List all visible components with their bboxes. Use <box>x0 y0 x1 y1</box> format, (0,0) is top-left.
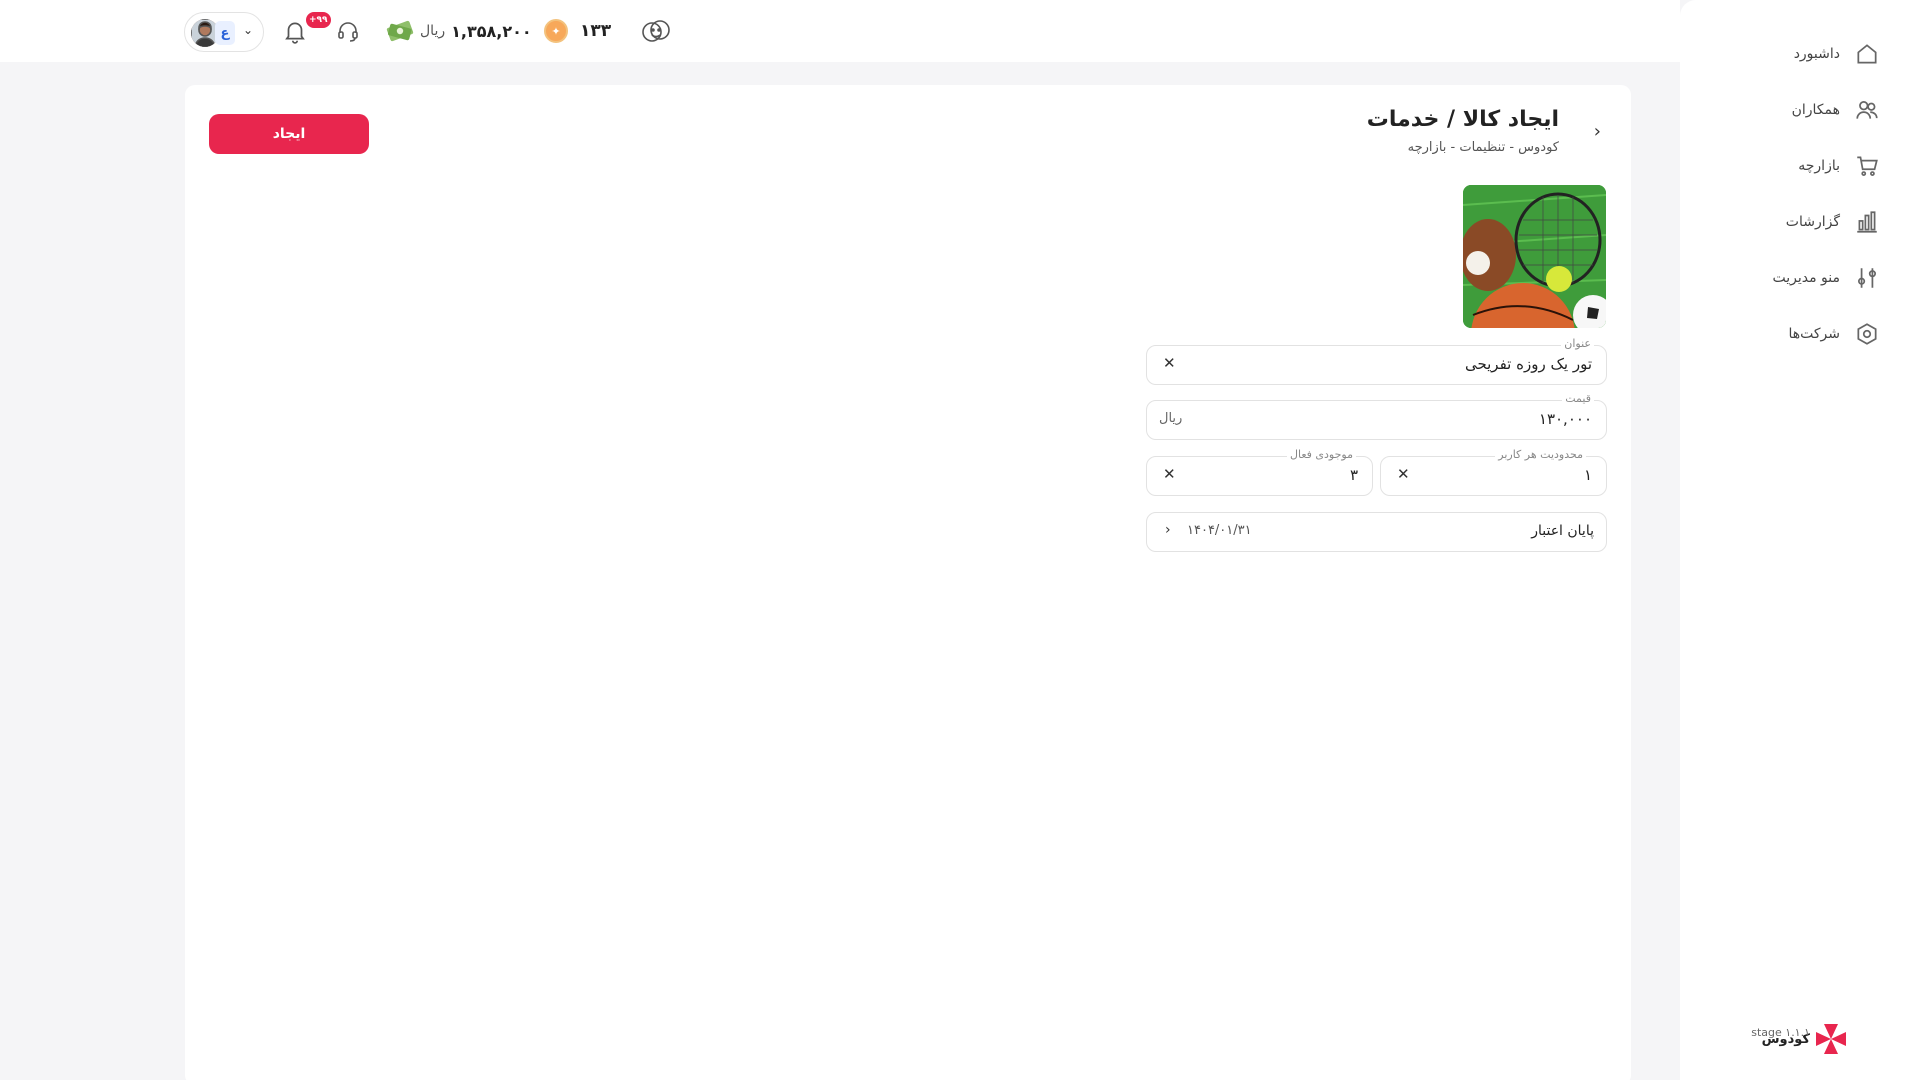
chevron-right-icon: › <box>1165 522 1171 538</box>
notifications-button[interactable] <box>282 0 308 62</box>
user-limit-value: ۱ <box>1583 466 1592 484</box>
sidebar-item-label: داشبورد <box>1793 46 1840 62</box>
support-button[interactable] <box>336 0 360 62</box>
create-button[interactable]: ایجاد <box>209 114 369 154</box>
sidebar-item-marketplace[interactable]: بازارچه <box>1680 138 1920 194</box>
money-icon <box>386 20 414 42</box>
user-limit-label: محدودیت هر کاربر <box>1495 448 1586 461</box>
active-inventory-value: ۳ <box>1349 466 1358 484</box>
main-card: ایجاد › ایجاد کالا / خدمات کودوس - تنظیم… <box>185 85 1631 1080</box>
price-unit: ریال <box>1159 411 1183 426</box>
brand-stage: stage ۱.۱.۱ <box>1751 1026 1810 1039</box>
sidebar: داشبورد همکاران بازارچه گزارشات منو مدیر… <box>1680 0 1920 1080</box>
expiry-date-field[interactable]: پایان اعتبار ۱۴۰۴/۰۱/۳۱ › <box>1146 512 1607 552</box>
expiry-value: ۱۴۰۴/۰۱/۳۱ <box>1187 523 1252 538</box>
cart-icon <box>1857 156 1878 176</box>
bell-icon <box>285 22 305 44</box>
clear-icon[interactable]: ✕ <box>1397 465 1410 483</box>
sidebar-item-colleagues[interactable]: همکاران <box>1680 82 1920 138</box>
bar-chart-icon <box>1857 211 1877 233</box>
home-icon <box>1857 44 1877 64</box>
title-value: تور یک روزه تفریحی <box>1464 355 1592 373</box>
sidebar-item-companies[interactable]: شرکت‌ها <box>1680 306 1920 362</box>
active-inventory-label: موجودی فعال <box>1287 448 1356 461</box>
profile-initial: ع <box>215 21 235 45</box>
brand: کودوس stage ۱.۱.۱ <box>1751 1022 1848 1056</box>
sidebar-item-admin-menu[interactable]: منو مدیریت <box>1680 250 1920 306</box>
breadcrumb: کودوس - تنظیمات - بازارچه <box>1407 140 1559 155</box>
sidebar-item-reports[interactable]: گزارشات <box>1680 194 1920 250</box>
feedback-button[interactable] <box>640 0 672 62</box>
users-icon <box>1856 101 1878 119</box>
hexagon-icon <box>1857 323 1877 345</box>
sliders-icon <box>1858 268 1876 288</box>
sidebar-item-label: بازارچه <box>1798 158 1840 174</box>
back-chevron-icon[interactable]: › <box>1594 121 1601 142</box>
clear-icon[interactable]: ✕ <box>1163 465 1176 483</box>
sidebar-nav: داشبورد همکاران بازارچه گزارشات منو مدیر… <box>1680 0 1920 362</box>
sidebar-item-label: شرکت‌ها <box>1788 326 1840 342</box>
wallet-amount: ۱,۳۵۸,۲۰۰ <box>451 21 532 41</box>
title-field[interactable]: عنوان تور یک روزه تفریحی ✕ <box>1146 337 1607 385</box>
brand-logo-icon <box>1816 1024 1846 1054</box>
chevron-down-icon: ⌄ <box>243 23 254 37</box>
price-value: ۱۳۰,۰۰۰ <box>1538 410 1592 428</box>
title-label: عنوان <box>1561 337 1594 350</box>
coin-icon: ✦ <box>544 19 568 43</box>
notification-badge: +۹۹ <box>306 12 331 28</box>
topbar: ع ⌄ +۹۹ ریال ۱,۳۵۸,۲۰۰ ✦ ۱۳۳ <box>0 0 1680 62</box>
feedback-icon <box>642 20 670 42</box>
wallet-balance[interactable]: ریال ۱,۳۵۸,۲۰۰ <box>386 0 532 62</box>
price-field[interactable]: قیمت ۱۳۰,۰۰۰ ریال <box>1146 392 1607 440</box>
active-inventory-field[interactable]: موجودی فعال ۳ ✕ <box>1146 448 1373 496</box>
product-image-sports-balls <box>1463 185 1606 328</box>
coins-balance[interactable]: ✦ ۱۳۳ <box>544 0 611 62</box>
sidebar-item-label: همکاران <box>1791 102 1840 118</box>
price-label: قیمت <box>1562 392 1594 405</box>
clear-icon[interactable]: ✕ <box>1163 354 1176 372</box>
wallet-unit: ریال <box>420 23 446 39</box>
profile-menu[interactable]: ع ⌄ <box>184 12 264 52</box>
page-title: ایجاد کالا / خدمات <box>1366 107 1559 132</box>
headset-icon <box>338 22 358 42</box>
sidebar-item-dashboard[interactable]: داشبورد <box>1680 26 1920 82</box>
user-limit-field[interactable]: محدودیت هر کاربر ۱ ✕ <box>1380 448 1607 496</box>
sidebar-item-label: منو مدیریت <box>1772 270 1840 286</box>
sidebar-item-label: گزارشات <box>1785 214 1840 230</box>
expiry-label: پایان اعتبار <box>1531 523 1594 539</box>
product-image[interactable] <box>1463 185 1606 328</box>
coins-count: ۱۳۳ <box>580 21 612 41</box>
